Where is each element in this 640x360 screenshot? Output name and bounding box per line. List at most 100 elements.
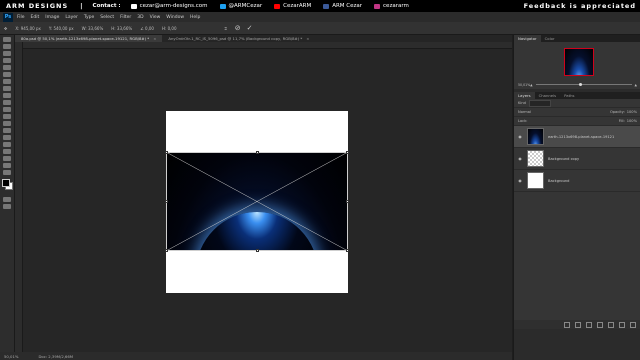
filter-kind-select[interactable] [528,99,551,107]
right-panels: Navigator Color 50,01% ▲ ▲ Layers Channe… [513,35,640,360]
move-tool-icon[interactable]: ✥ [4,26,7,31]
tab-channels[interactable]: Channels [535,92,561,99]
commit-icon[interactable]: ✓ [247,24,253,32]
menu-window[interactable]: Window [166,15,184,20]
menu-type[interactable]: Type [84,15,94,20]
link-layers-icon[interactable] [564,321,570,328]
visibility-eye-icon[interactable]: ◉ [516,178,524,183]
type-tool-icon[interactable] [3,142,11,147]
new-layer-icon[interactable] [619,321,625,328]
healing-tool-icon[interactable] [3,79,11,84]
transform-handle-left[interactable] [165,200,168,203]
contact-label: Contact : [92,3,121,9]
tab-document-active[interactable]: 80a.psd @ 50,1% (earth-1213x698-planet-s… [15,35,163,42]
fill-label: Fill: [618,119,625,123]
skew-field[interactable]: H: 0,00 [162,26,177,31]
menu-help[interactable]: Help [190,15,200,20]
color-swatches[interactable] [0,179,14,191]
tab-navigator[interactable]: Navigator [514,35,541,42]
layer-name: earth-1213x698-planet-space-19121 [548,134,615,139]
y-field[interactable]: Y: 540,00 px [49,26,74,31]
cancel-icon[interactable]: ⊘ [235,24,241,32]
channel-banner: ARM DESIGNS | Contact : cezar@arm-design… [0,0,640,12]
menu-3d[interactable]: 3D [137,15,143,20]
transform-handle-top[interactable] [256,151,259,154]
transform-handle-top-right[interactable] [346,151,349,154]
transform-handle-bottom-left[interactable] [165,249,168,252]
adjustment-layer-icon[interactable] [597,321,603,328]
transform-handle-bottom-right[interactable] [346,249,349,252]
warp-icon[interactable]: ⌗ [225,26,227,31]
close-icon[interactable]: × [153,36,156,41]
layer-style-icon[interactable] [575,321,581,328]
transform-bounding-box[interactable] [166,152,348,251]
menu-filter[interactable]: Filter [120,15,131,20]
zoom-out-icon[interactable]: ▲ [530,83,532,87]
dodge-tool-icon[interactable] [3,128,11,133]
lasso-tool-icon[interactable] [3,51,11,56]
crop-tool-icon[interactable] [3,65,11,70]
tab-document-2[interactable]: AnyOrdrOtr-1_RC_IS_5096_psd @ 11,7% (Bac… [162,35,315,42]
menu-file[interactable]: File [17,15,25,20]
w-field[interactable]: W: 33,66% [82,26,104,31]
document-canvas[interactable] [165,111,349,293]
h-field[interactable]: H: 33,66% [111,26,132,31]
tab-layers[interactable]: Layers [514,92,535,99]
move-tool-icon[interactable] [3,37,11,42]
history-brush-tool-icon[interactable] [3,100,11,105]
transform-handle-bottom[interactable] [256,249,259,252]
tab-paths[interactable]: Paths [560,92,578,99]
gradient-tool-icon[interactable] [3,114,11,119]
delete-layer-icon[interactable] [630,321,636,328]
layer-name: Background [548,178,570,183]
zoom-in-icon[interactable]: ▲ [635,83,637,87]
brush-tool-icon[interactable] [3,86,11,91]
hand-tool-icon[interactable] [3,163,11,168]
blur-tool-icon[interactable] [3,121,11,126]
eyedropper-tool-icon[interactable] [3,72,11,77]
filter-kind-label[interactable]: Kind [518,101,526,105]
layer-filter-row: Kind [514,99,640,108]
tab-color[interactable]: Color [541,35,559,42]
pen-tool-icon[interactable] [3,135,11,140]
email-icon [130,3,137,9]
opacity-value[interactable]: 100% [627,110,637,114]
menu-select[interactable]: Select [100,15,114,20]
navigator-preview[interactable] [564,48,594,76]
visibility-eye-icon[interactable]: ◉ [516,134,524,139]
close-icon[interactable]: × [306,36,309,41]
x-field[interactable]: X: 945,00 px [15,26,41,31]
shape-tool-icon[interactable] [3,156,11,161]
navigator-zoom-value[interactable]: 50,01% [518,83,530,87]
transform-handle-top-left[interactable] [165,151,168,154]
transform-handle-right[interactable] [346,200,349,203]
zoom-slider[interactable] [535,83,632,86]
blend-mode-select[interactable]: Normal [518,110,531,114]
layer-row-earth[interactable]: ◉ earth-1213x698-planet-space-19121 [514,126,640,148]
new-group-icon[interactable] [608,321,614,328]
eraser-tool-icon[interactable] [3,107,11,112]
canvas-area[interactable] [23,49,512,352]
layer-row-background[interactable]: ◉ Background [514,170,640,192]
menu-view[interactable]: View [150,15,161,20]
screen-mode-icon[interactable] [3,204,11,209]
fill-value[interactable]: 100% [627,119,637,123]
angle-field[interactable]: ∠ 0,00 [140,26,154,31]
visibility-eye-icon[interactable]: ◉ [516,156,524,161]
layer-row-background-copy[interactable]: ◉ Background copy [514,148,640,170]
add-mask-icon[interactable] [586,321,592,328]
marquee-tool-icon[interactable] [3,44,11,49]
clone-stamp-tool-icon[interactable] [3,93,11,98]
quick-select-tool-icon[interactable] [3,58,11,63]
path-select-tool-icon[interactable] [3,149,11,154]
menu-layer[interactable]: Layer [65,15,78,20]
brand-name: ARM DESIGNS [6,2,69,10]
zoom-slider-knob[interactable] [578,83,582,86]
status-bar: 50,01% Doc: 2,39M/2,66M [0,352,512,360]
zoom-tool-icon[interactable] [3,170,11,175]
quick-mask-icon[interactable] [3,197,11,202]
menu-edit[interactable]: Edit [31,15,40,20]
menu-image[interactable]: Image [45,15,59,20]
foreground-color-swatch[interactable] [2,179,10,187]
zoom-level[interactable]: 50,01% [4,354,18,359]
